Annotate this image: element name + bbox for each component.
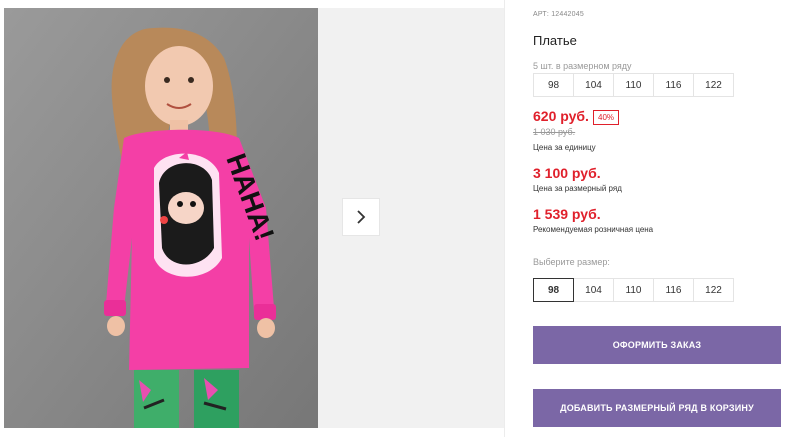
chevron-right-icon — [357, 210, 366, 224]
product-title: Платье — [533, 33, 577, 48]
order-button[interactable]: ОФОРМИТЬ ЗАКАЗ — [533, 326, 781, 364]
panel-divider — [504, 0, 505, 437]
choose-size-label: Выберите размер: — [533, 257, 610, 267]
range-price-caption: Цена за размерный ряд — [533, 184, 622, 193]
unit-price: 620 руб. — [533, 108, 589, 124]
size-option[interactable]: 110 — [613, 278, 654, 302]
unit-price-caption: Цена за единицу — [533, 143, 596, 152]
size-picker: 98 104 110 116 122 — [533, 278, 734, 302]
size-range-label: 5 шт. в размерном ряду — [533, 61, 632, 71]
size-range-row: 98 104 110 116 122 — [533, 73, 734, 97]
add-range-to-cart-button[interactable]: ДОБАВИТЬ РАЗМЕРНЫЙ РЯД В КОРЗИНУ — [533, 389, 781, 427]
gallery-next-pane — [318, 8, 504, 428]
range-size-cell: 122 — [693, 73, 734, 97]
retail-price-caption: Рекомендуемая розничная цена — [533, 225, 654, 234]
size-option[interactable]: 116 — [653, 278, 694, 302]
range-price: 3 100 руб. — [533, 165, 601, 181]
retail-price: 1 539 руб. — [533, 206, 601, 222]
discount-badge: 40% — [593, 110, 620, 125]
size-option-selected[interactable]: 98 — [533, 278, 574, 302]
gallery-next-button[interactable] — [342, 198, 380, 236]
size-option[interactable]: 122 — [693, 278, 734, 302]
range-size-cell: 98 — [533, 73, 574, 97]
product-photo[interactable]: HAHA! — [4, 8, 318, 428]
size-option[interactable]: 104 — [573, 278, 614, 302]
old-price: 1 030 руб. — [533, 127, 576, 137]
range-size-cell: 116 — [653, 73, 694, 97]
product-gallery: HAHA! — [0, 8, 504, 428]
product-photo-illustration: HAHA! — [4, 8, 318, 428]
product-sku: АРТ: 12442045 — [533, 11, 584, 18]
range-size-cell: 110 — [613, 73, 654, 97]
range-size-cell: 104 — [573, 73, 614, 97]
